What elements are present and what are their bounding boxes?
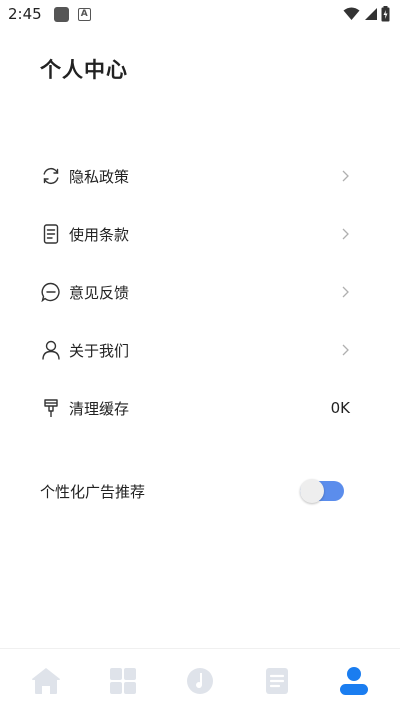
status-bar: 2:45 A xyxy=(0,0,400,28)
music-icon xyxy=(186,667,213,694)
chevron-right-icon xyxy=(342,344,349,356)
wifi-icon xyxy=(343,7,360,20)
cache-size-value: 0K xyxy=(330,399,350,417)
nav-music[interactable] xyxy=(176,657,224,705)
battery-icon xyxy=(381,6,390,22)
menu-item-label: 使用条款 xyxy=(69,225,130,244)
broom-icon xyxy=(40,397,62,419)
signal-icon xyxy=(365,8,377,20)
bottom-nav xyxy=(0,648,400,712)
menu-item-feedback[interactable]: 意见反馈 xyxy=(0,263,400,321)
refresh-icon xyxy=(40,165,62,187)
personalized-ads-label: 个性化广告推荐 xyxy=(40,482,146,501)
toggle-thumb xyxy=(300,479,324,503)
nav-grid[interactable] xyxy=(99,657,147,705)
list-icon xyxy=(265,667,288,694)
chevron-right-icon xyxy=(342,286,349,298)
document-icon xyxy=(40,223,62,245)
personalized-ads-toggle[interactable] xyxy=(300,479,344,503)
app-icon xyxy=(53,6,69,22)
chevron-right-icon xyxy=(342,228,349,240)
nav-home[interactable] xyxy=(22,657,70,705)
menu-item-about-us[interactable]: 关于我们 xyxy=(0,321,400,379)
profile-icon xyxy=(339,666,368,695)
personalized-ads-row: 个性化广告推荐 xyxy=(40,474,344,508)
person-icon xyxy=(40,339,62,361)
home-icon xyxy=(32,667,61,694)
nav-list[interactable] xyxy=(253,657,301,705)
menu-item-privacy-policy[interactable]: 隐私政策 xyxy=(0,147,400,205)
chat-bubble-icon xyxy=(40,281,62,303)
chevron-right-icon xyxy=(342,170,349,182)
a-badge-icon: A xyxy=(77,7,91,21)
menu-item-label: 隐私政策 xyxy=(69,167,130,186)
status-right-icons xyxy=(343,6,390,22)
grid-icon xyxy=(110,667,137,694)
settings-menu: 隐私政策 使用条款 意见反馈 关于我们 清理缓存 0K xyxy=(0,147,400,437)
page-title: 个人中心 xyxy=(40,58,128,82)
menu-item-terms-of-use[interactable]: 使用条款 xyxy=(0,205,400,263)
menu-item-clear-cache[interactable]: 清理缓存 0K xyxy=(0,379,400,437)
menu-item-label: 关于我们 xyxy=(69,341,130,360)
nav-profile[interactable] xyxy=(330,657,378,705)
menu-item-label: 清理缓存 xyxy=(69,399,130,418)
menu-item-label: 意见反馈 xyxy=(69,283,130,302)
status-time: 2:45 xyxy=(8,5,42,23)
screen: 2:45 A 个人中心 隐私政策 使用条款 意见反馈 关于我们 清理缓存 0K … xyxy=(0,0,400,712)
